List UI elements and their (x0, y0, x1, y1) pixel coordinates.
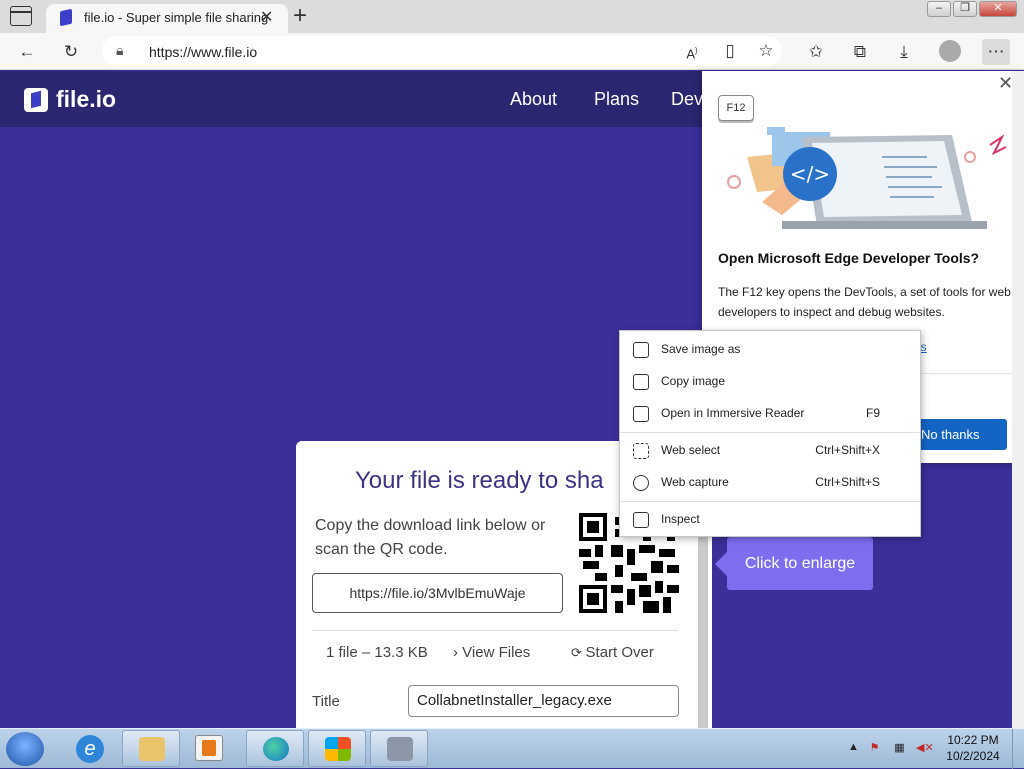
tab-close-icon[interactable]: ✕ (260, 7, 273, 27)
menu-item-label: Copy image (661, 374, 726, 388)
menu-item-shortcut: Ctrl+Shift+S (815, 475, 880, 489)
chevron-right-icon: › (453, 644, 463, 661)
page-scrollbar[interactable] (1012, 71, 1024, 728)
web-capture-icon (633, 475, 649, 491)
immersive-reader-icon (633, 406, 649, 422)
svg-text:</>: </> (790, 162, 830, 186)
card-divider (312, 630, 678, 631)
internet-explorer-icon[interactable]: e (70, 732, 110, 766)
devtools-prompt-title: Open Microsoft Edge Developer Tools? (718, 250, 980, 266)
menu-item-label: Inspect (661, 512, 700, 526)
close-window-button[interactable]: ✕ (979, 1, 1017, 17)
menu-item-label: Save image as (661, 342, 741, 356)
fileio-favicon-icon (60, 8, 72, 27)
taskbar: e ▲ ⚑ ▦ ◀✕ 10:22 PM 10/2/2024 (0, 728, 1024, 769)
title-input[interactable]: CollabnetInstaller_legacy.exe (408, 685, 679, 717)
devtools-prompt-body: The F12 key opens the DevTools, a set of… (718, 285, 1011, 319)
active-tab[interactable]: file.io - Super simple file sharing ✕ (46, 4, 288, 33)
menu-item-web-capture[interactable]: Web capture Ctrl+Shift+S (620, 468, 920, 498)
nav-plans[interactable]: Plans (594, 89, 639, 110)
menu-item-shortcut: F9 (865, 406, 880, 420)
devtools-illustration: </> (727, 127, 1007, 229)
show-desktop-button[interactable] (1012, 729, 1024, 769)
clock-date: 10/2/2024 (946, 749, 1000, 763)
web-select-icon (633, 443, 649, 459)
enlarge-tooltip[interactable]: Click to enlarge (715, 537, 873, 590)
back-icon[interactable]: ← (14, 39, 40, 65)
maximize-button[interactable]: ❐ (953, 1, 977, 17)
menu-item-label: Web select (661, 443, 721, 457)
network-app-icon[interactable] (370, 730, 428, 767)
menu-separator (620, 432, 920, 433)
menu-separator (620, 501, 920, 502)
address-toolbar: ← ↻ 🔒︎ https://www.file.io A) ▯ ☆ ✩ ⧉ ⤓ … (0, 33, 1024, 70)
windows-flag-icon[interactable] (308, 730, 366, 767)
clock[interactable]: 10:22 PM 10/2/2024 (944, 732, 1002, 764)
fileio-logo-icon[interactable] (24, 88, 48, 112)
tab-actions-icon[interactable] (10, 6, 32, 26)
card-title: Your file is ready to sha (355, 467, 604, 494)
menu-item-immersive-reader[interactable]: Open in Immersive Reader F9 (620, 399, 920, 429)
show-hidden-icons-icon[interactable]: ▲ (846, 741, 861, 756)
view-files-label: View Files (462, 644, 531, 661)
favorites-icon[interactable]: ✩ (803, 39, 829, 65)
tab-strip: file.io - Super simple file sharing ✕ + … (0, 0, 1024, 33)
start-button[interactable] (6, 732, 44, 766)
no-thanks-button[interactable]: No thanks (907, 419, 1007, 450)
profile-icon[interactable] (939, 40, 961, 62)
view-files-button[interactable]: › View Files (453, 644, 530, 661)
download-link-field[interactable]: https://file.io/3MvlbEmuWaje (312, 573, 563, 613)
context-menu: Save image as Copy image Open in Immersi… (619, 330, 921, 537)
card-scrollbar[interactable] (698, 531, 708, 731)
file-info: 1 file – 13.3 KB (326, 644, 428, 661)
downloads-icon[interactable]: ⤓ (891, 39, 917, 65)
nav-dev[interactable]: Dev (671, 89, 703, 110)
start-over-label: Start Over (585, 644, 654, 661)
address-url[interactable]: https://www.file.io (149, 44, 257, 60)
refresh-icon[interactable]: ↻ (58, 39, 84, 65)
copy-image-icon (633, 374, 649, 390)
minimize-button[interactable]: – (927, 1, 951, 17)
title-label: Title (312, 693, 340, 710)
start-over-button[interactable]: ⟳ Start Over (571, 644, 654, 661)
file-explorer-icon[interactable] (122, 730, 180, 767)
collections-icon[interactable]: ⧉ (847, 39, 873, 65)
new-tab-button[interactable]: + (293, 2, 307, 30)
save-image-icon (633, 342, 649, 358)
f12-key-badge: F12 (718, 95, 754, 121)
nav-about[interactable]: About (510, 89, 557, 110)
more-icon[interactable]: ⋯ (982, 39, 1010, 65)
menu-item-label: Web capture (661, 475, 729, 489)
card-description: Copy the download link below or scan the… (315, 517, 546, 558)
site-logo[interactable]: file.io (56, 86, 116, 113)
menu-item-inspect[interactable]: Inspect (620, 505, 920, 535)
network-icon[interactable]: ▦ (892, 741, 907, 756)
add-favorite-icon[interactable]: ☆ (753, 38, 779, 64)
menu-item-copy-image[interactable]: Copy image (620, 367, 920, 397)
menu-item-shortcut: Ctrl+Shift+X (815, 443, 880, 457)
read-aloud-icon[interactable]: A) (679, 38, 705, 64)
immersive-reader-icon[interactable]: ▯ (717, 38, 743, 64)
menu-item-web-select[interactable]: Web select Ctrl+Shift+X (620, 436, 920, 466)
close-icon[interactable]: ✕ (998, 73, 1013, 94)
volume-muted-icon[interactable]: ◀✕ (916, 741, 934, 756)
edge-icon[interactable] (246, 730, 304, 767)
tab-title: file.io - Super simple file sharing (84, 10, 269, 25)
inspect-icon (633, 512, 649, 528)
clock-time: 10:22 PM (947, 733, 999, 747)
media-player-icon[interactable] (195, 735, 223, 761)
action-center-icon[interactable]: ⚑ (867, 741, 882, 756)
lock-icon[interactable]: 🔒︎ (116, 42, 123, 59)
menu-item-label: Open in Immersive Reader (661, 406, 805, 420)
refresh-icon: ⟳ (571, 645, 586, 660)
menu-item-save-image-as[interactable]: Save image as (620, 335, 920, 365)
address-bar[interactable]: 🔒︎ https://www.file.io A) ▯ ☆ (102, 36, 782, 66)
